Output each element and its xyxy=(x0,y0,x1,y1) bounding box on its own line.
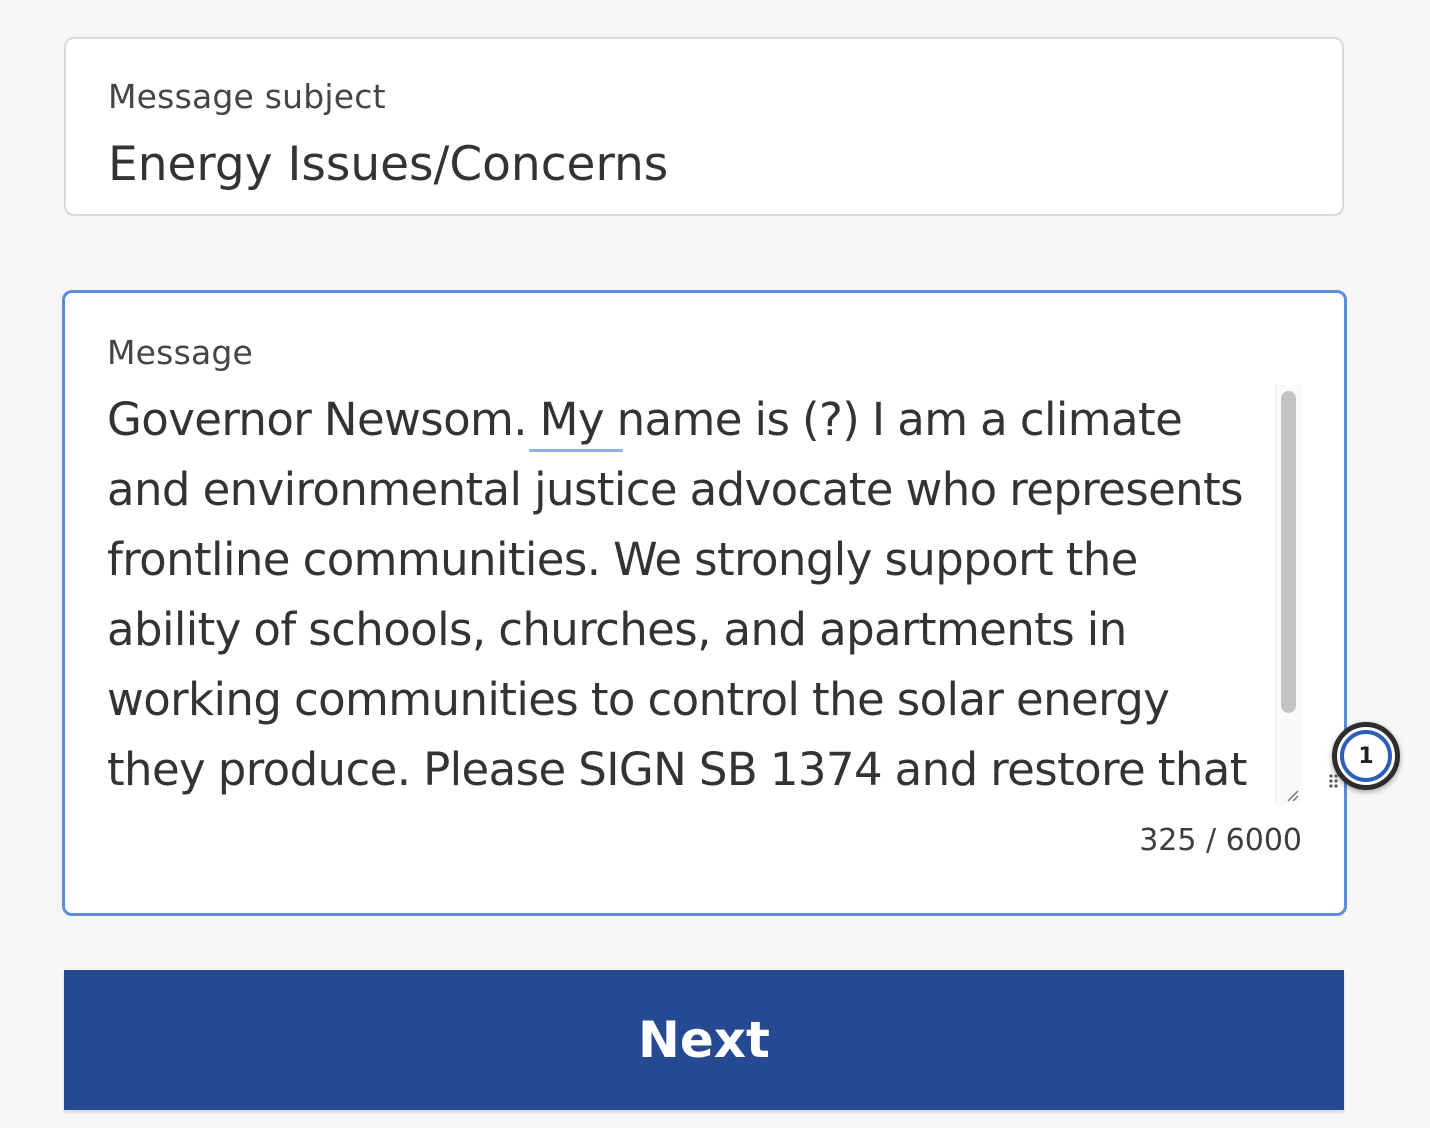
message-scrollbar[interactable] xyxy=(1275,385,1302,805)
drag-handle-icon[interactable] xyxy=(1328,772,1342,790)
character-count: 325 / 6000 xyxy=(1139,823,1302,858)
resize-handle-icon[interactable] xyxy=(1284,787,1300,803)
message-form-page: Message subject Energy Issues/Concerns M… xyxy=(0,0,1430,1128)
message-scrollbar-thumb[interactable] xyxy=(1281,391,1296,713)
message-field[interactable]: Message Governor Newsom. My name is (?) … xyxy=(62,290,1347,916)
message-label: Message xyxy=(107,333,254,372)
message-subject-label: Message subject xyxy=(108,77,386,116)
message-textarea[interactable]: Governor Newsom. My name is (?) I am a c… xyxy=(107,385,1302,805)
spellcheck-underline xyxy=(529,449,623,452)
notification-badge[interactable]: 1 xyxy=(1326,720,1402,796)
badge-count: 1 xyxy=(1340,730,1392,782)
badge-ring: 1 xyxy=(1332,722,1400,790)
message-text[interactable]: Governor Newsom. My name is (?) I am a c… xyxy=(107,385,1277,805)
message-subject-value[interactable]: Energy Issues/Concerns xyxy=(108,137,668,192)
next-button[interactable]: Next xyxy=(64,970,1344,1110)
message-subject-field[interactable]: Message subject Energy Issues/Concerns xyxy=(64,37,1344,216)
